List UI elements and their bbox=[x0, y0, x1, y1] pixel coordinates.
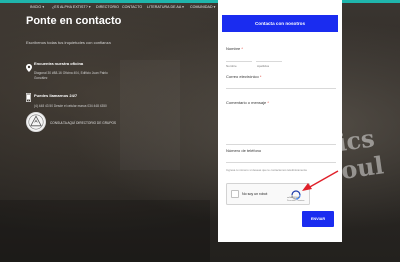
first-name-sublabel: Nombre bbox=[226, 64, 237, 68]
email-label-text: Correo electrónico bbox=[226, 74, 259, 79]
name-label-text: Nombre bbox=[226, 46, 241, 51]
phone-title: Puedes llamarnos 24/7 bbox=[34, 93, 78, 98]
recaptcha-checkbox[interactable] bbox=[231, 190, 239, 198]
nav-item-directorio[interactable]: DIRECTORIO bbox=[96, 5, 119, 9]
nav-item-literatura[interactable]: LITERATURA DE AA ▾ bbox=[147, 5, 184, 9]
recaptcha-terms-link[interactable]: Privacidad - Términos bbox=[287, 200, 304, 202]
directory-link[interactable]: CONSULTA AQUÍ DIRECTORIO DE GRUPOS bbox=[50, 121, 116, 125]
annotation-arrow-icon bbox=[302, 170, 339, 191]
form-header-button[interactable]: Contacta con nosotros bbox=[222, 15, 338, 32]
mobile-phone-icon bbox=[25, 89, 32, 107]
page-title: Ponte en contacto bbox=[26, 15, 122, 27]
nav-item-comunidad[interactable]: COMUNIDAD ▾ bbox=[190, 5, 216, 9]
phone-numbers: (4) 448 43 50 Desde el celular marca 034… bbox=[34, 104, 107, 108]
nav-item-es-alpha[interactable]: ¿ES ALPHA EXTIST? ▾ bbox=[52, 5, 91, 9]
message-label: Comentario o mensaje * bbox=[226, 100, 269, 105]
last-name-input[interactable] bbox=[256, 61, 282, 62]
office-title: Encuentra nuestra oficina bbox=[34, 61, 84, 66]
office-address-line1: Diagonal 30 #88-16 Oficina 404, Edificio… bbox=[34, 71, 108, 75]
required-mark: * bbox=[259, 74, 262, 79]
phone-input[interactable] bbox=[226, 162, 336, 163]
email-input[interactable] bbox=[226, 88, 336, 89]
message-label-text: Comentario o mensaje bbox=[226, 100, 267, 105]
recaptcha-brand: reCAPTCHA bbox=[287, 197, 300, 199]
last-name-sublabel: Apellidos bbox=[257, 64, 270, 68]
required-mark: * bbox=[267, 100, 269, 105]
nav-item-inicio[interactable]: INICIO ▾ bbox=[30, 5, 44, 9]
map-pin-icon bbox=[26, 59, 32, 77]
phone-help-text: Ingresa tu número si deseas que te conta… bbox=[226, 168, 308, 172]
first-name-input[interactable] bbox=[226, 61, 252, 62]
background-sign: ics oul bbox=[335, 123, 386, 185]
submit-button[interactable]: ENVIAR bbox=[302, 211, 334, 227]
page-subtitle: Escríbenos todas tus inquietudes con con… bbox=[26, 40, 111, 45]
phone-label: Número de teléfono bbox=[226, 148, 262, 153]
email-label: Correo electrónico * bbox=[226, 74, 261, 79]
office-address-line2: González bbox=[34, 76, 48, 80]
required-mark: * bbox=[241, 46, 243, 51]
contact-form-card bbox=[218, 0, 342, 242]
nav-item-contacto[interactable]: CONTACTO bbox=[122, 5, 142, 9]
name-label: Nombre * bbox=[226, 46, 243, 51]
aa-logo bbox=[26, 112, 46, 132]
message-textarea[interactable] bbox=[226, 144, 336, 145]
recaptcha-label: No soy un robot bbox=[242, 192, 268, 196]
